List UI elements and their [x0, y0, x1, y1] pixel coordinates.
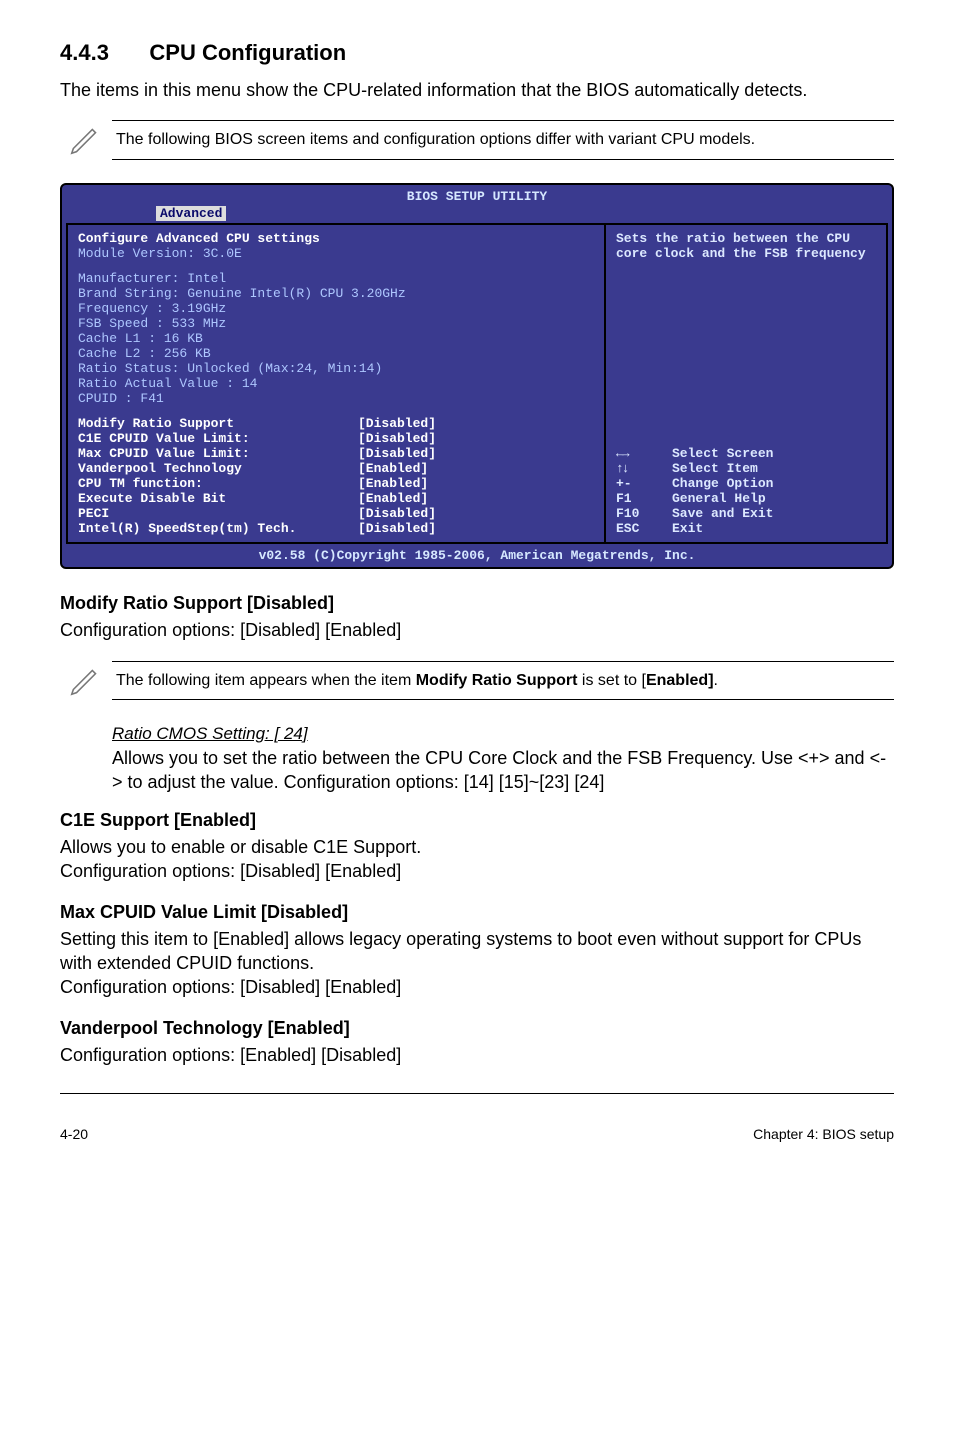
bios-info-line: Manufacturer: Intel	[78, 271, 594, 286]
bios-item-value: [Disabled]	[358, 416, 436, 431]
bios-item-value: [Disabled]	[358, 446, 436, 461]
ratio-cmos-heading: Ratio CMOS Setting: [ 24]	[112, 724, 894, 744]
heading-modify-ratio: Modify Ratio Support [Disabled]	[60, 593, 894, 614]
section-number: 4.4.3	[60, 40, 109, 65]
hint-key: F10	[616, 506, 672, 521]
bios-item[interactable]: C1E CPUID Value Limit: [Disabled]	[78, 431, 594, 446]
page-footer: 4-20 Chapter 4: BIOS setup	[60, 1098, 894, 1142]
hint-key: ←→	[616, 446, 672, 461]
bios-item-label: CPU TM function:	[78, 476, 358, 491]
modify-ratio-body: Configuration options: [Disabled] [Enabl…	[60, 618, 894, 642]
bios-item-value: [Disabled]	[358, 506, 436, 521]
bios-item-value: [Disabled]	[358, 521, 436, 536]
footer-page-number: 4-20	[60, 1126, 88, 1142]
bios-item[interactable]: Intel(R) SpeedStep(tm) Tech. [Disabled]	[78, 521, 594, 536]
bios-info-line: Ratio Actual Value : 14	[78, 376, 594, 391]
bios-right-pane: Sets the ratio between the CPU core cloc…	[606, 225, 886, 542]
ratio-block: Ratio CMOS Setting: [ 24] Allows you to …	[112, 724, 894, 795]
note-2-post: .	[714, 672, 718, 689]
bios-item[interactable]: Execute Disable Bit [Enabled]	[78, 491, 594, 506]
hint-text: Exit	[672, 521, 876, 536]
hint-key: ↑↓	[616, 461, 672, 476]
hint-text: Select Screen	[672, 446, 876, 461]
note-2-bold2: Enabled]	[646, 672, 714, 689]
bios-item-label: Intel(R) SpeedStep(tm) Tech.	[78, 521, 358, 536]
note-1: The following BIOS screen items and conf…	[60, 120, 894, 165]
note-2: The following item appears when the item…	[60, 661, 894, 706]
bios-item[interactable]: Modify Ratio Support [Disabled]	[78, 416, 594, 431]
bios-info-line: CPUID : F41	[78, 391, 594, 406]
bios-hint: +- Change Option	[616, 476, 876, 491]
bios-item-value: [Disabled]	[358, 431, 436, 446]
hint-key: +-	[616, 476, 672, 491]
spacer	[78, 406, 594, 416]
hint-text: General Help	[672, 491, 876, 506]
bios-left-pane: Configure Advanced CPU settings Module V…	[68, 225, 606, 542]
max-cpuid-body: Setting this item to [Enabled] allows le…	[60, 927, 894, 1000]
bios-info-line: Ratio Status: Unlocked (Max:24, Min:14)	[78, 361, 594, 376]
section-header: 4.4.3 CPU Configuration	[60, 40, 894, 66]
c1e-body: Allows you to enable or disable C1E Supp…	[60, 835, 894, 884]
bios-hint: F1 General Help	[616, 491, 876, 506]
bios-item-value: [Enabled]	[358, 476, 428, 491]
bios-info-line: Brand String: Genuine Intel(R) CPU 3.20G…	[78, 286, 594, 301]
bios-item-value: [Enabled]	[358, 461, 428, 476]
page: 4.4.3 CPU Configuration The items in thi…	[0, 0, 954, 1162]
bios-info-line: Frequency : 3.19GHz	[78, 301, 594, 316]
bios-item[interactable]: Vanderpool Technology [Enabled]	[78, 461, 594, 476]
ratio-cmos-body: Allows you to set the ratio between the …	[112, 746, 894, 795]
bios-screen: BIOS SETUP UTILITY Advanced Configure Ad…	[60, 183, 894, 569]
bios-left-header2: Module Version: 3C.0E	[78, 246, 594, 261]
note-2-bold1: Modify Ratio Support	[416, 672, 578, 689]
bios-footer: v02.58 (C)Copyright 1985-2006, American …	[62, 546, 892, 567]
note-2-pre: The following item appears when the item	[116, 672, 416, 689]
bios-item-label: Vanderpool Technology	[78, 461, 358, 476]
bios-item-label: Max CPUID Value Limit:	[78, 446, 358, 461]
note-2-text: The following item appears when the item…	[112, 661, 894, 701]
bios-info-line: Cache L2 : 256 KB	[78, 346, 594, 361]
bios-tab-advanced[interactable]: Advanced	[156, 206, 226, 221]
hint-key: ESC	[616, 521, 672, 536]
note-2-mid: is set to [	[577, 672, 645, 689]
bios-panel: Configure Advanced CPU settings Module V…	[66, 223, 888, 544]
bios-title: BIOS SETUP UTILITY	[62, 185, 892, 206]
bios-hint: ←→ Select Screen	[616, 446, 876, 461]
section-title: CPU Configuration	[149, 40, 346, 65]
bios-item[interactable]: PECI [Disabled]	[78, 506, 594, 521]
bios-item-label: C1E CPUID Value Limit:	[78, 431, 358, 446]
hint-key: F1	[616, 491, 672, 506]
bios-item-label: PECI	[78, 506, 358, 521]
bios-hint: F10 Save and Exit	[616, 506, 876, 521]
heading-c1e: C1E Support [Enabled]	[60, 810, 894, 831]
hint-text: Save and Exit	[672, 506, 876, 521]
footer-separator	[60, 1093, 894, 1094]
bios-item[interactable]: CPU TM function: [Enabled]	[78, 476, 594, 491]
note-1-text: The following BIOS screen items and conf…	[112, 120, 894, 160]
bios-item-value: [Enabled]	[358, 491, 428, 506]
bios-info-line: FSB Speed : 533 MHz	[78, 316, 594, 331]
bios-hint: ESC Exit	[616, 521, 876, 536]
footer-chapter: Chapter 4: BIOS setup	[753, 1126, 894, 1142]
bios-left-header1: Configure Advanced CPU settings	[78, 231, 594, 246]
bios-item[interactable]: Max CPUID Value Limit: [Disabled]	[78, 446, 594, 461]
bios-hints: ←→ Select Screen ↑↓ Select Item +- Chang…	[616, 446, 876, 536]
bios-tab-bar: Advanced	[62, 206, 892, 223]
bios-info-line: Cache L1 : 16 KB	[78, 331, 594, 346]
bios-item-label: Execute Disable Bit	[78, 491, 358, 506]
pencil-icon	[60, 120, 112, 165]
hint-text: Change Option	[672, 476, 876, 491]
heading-vanderpool: Vanderpool Technology [Enabled]	[60, 1018, 894, 1039]
intro-text: The items in this menu show the CPU-rela…	[60, 78, 894, 102]
heading-max-cpuid: Max CPUID Value Limit [Disabled]	[60, 902, 894, 923]
spacer	[78, 261, 594, 271]
hint-text: Select Item	[672, 461, 876, 476]
pencil-icon	[60, 661, 112, 706]
vanderpool-body: Configuration options: [Enabled] [Disabl…	[60, 1043, 894, 1067]
bios-right-description: Sets the ratio between the CPU core cloc…	[616, 231, 876, 261]
bios-item-label: Modify Ratio Support	[78, 416, 358, 431]
bios-hint: ↑↓ Select Item	[616, 461, 876, 476]
